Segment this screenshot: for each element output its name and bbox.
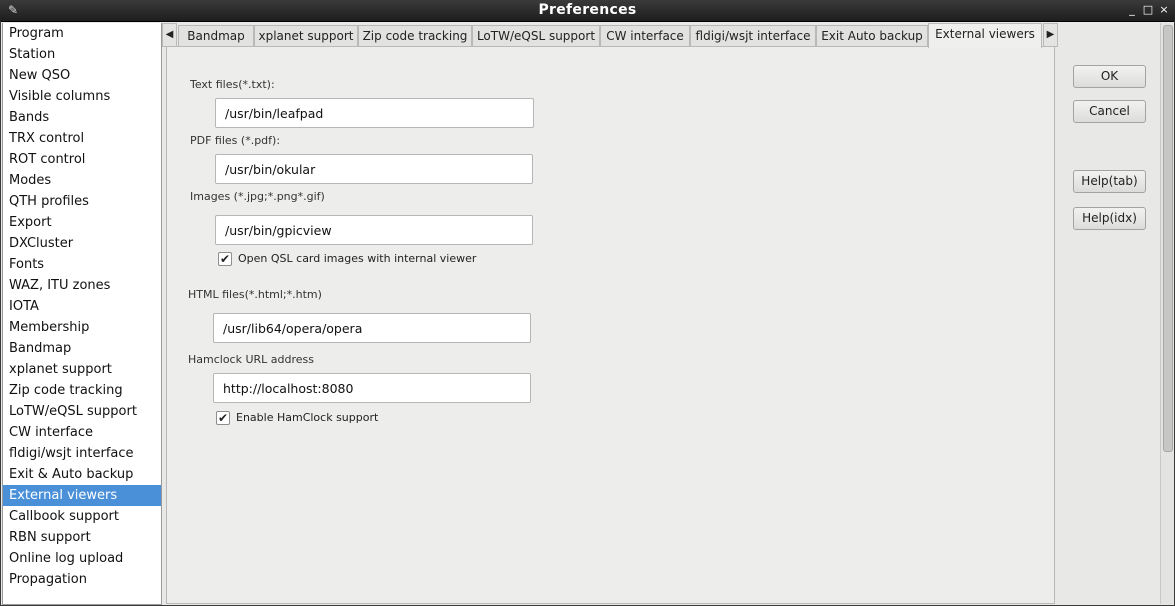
sidebar-item-modes[interactable]: Modes — [3, 170, 161, 191]
tab-fldigi-wsjt-interface[interactable]: fldigi/wsjt interface — [690, 25, 816, 47]
sidebar-item-trx-control[interactable]: TRX control — [3, 128, 161, 149]
images-input[interactable] — [215, 215, 533, 245]
sidebar-item-xplanet-support[interactable]: xplanet support — [3, 359, 161, 380]
minimize-icon[interactable]: _ — [1125, 3, 1139, 17]
checkmark-icon: ✔ — [219, 252, 231, 266]
sidebar-item-qth-profiles[interactable]: QTH profiles — [3, 191, 161, 212]
sidebar-item-dxcluster[interactable]: DXCluster — [3, 233, 161, 254]
sidebar-item-bands[interactable]: Bands — [3, 107, 161, 128]
tab-zip-code-tracking[interactable]: Zip code tracking — [358, 25, 472, 47]
text-files-input[interactable] — [215, 98, 534, 128]
tab-scroll-left-icon[interactable]: ◀ — [162, 23, 177, 47]
tab-external-viewers[interactable]: External viewers — [928, 23, 1042, 48]
sidebar-item-membership[interactable]: Membership — [3, 317, 161, 338]
html-files-input[interactable] — [213, 313, 531, 343]
cancel-button[interactable]: Cancel — [1073, 100, 1146, 123]
sidebar-item-waz-itu-zones[interactable]: WAZ, ITU zones — [3, 275, 161, 296]
sidebar-item-new-qso[interactable]: New QSO — [3, 65, 161, 86]
scrollbar-thumb[interactable] — [1163, 25, 1173, 452]
sidebar-item-zip-code-tracking[interactable]: Zip code tracking — [3, 380, 161, 401]
vertical-scrollbar[interactable] — [1160, 23, 1174, 604]
hamclock-url-label: Hamclock URL address — [188, 353, 315, 366]
tab-xplanet-support[interactable]: xplanet support — [254, 25, 358, 47]
text-files-label: Text files(*.txt): — [190, 78, 275, 91]
html-files-label: HTML files(*.html;*.htm) — [188, 288, 322, 301]
external-viewers-panel: Text files(*.txt): PDF files (*.pdf): Im… — [166, 46, 1055, 604]
sidebar-item-bandmap[interactable]: Bandmap — [3, 338, 161, 359]
pdf-files-input[interactable] — [215, 154, 533, 184]
ok-button[interactable]: OK — [1073, 65, 1146, 88]
qsl-internal-viewer-label: Open QSL card images with internal viewe… — [238, 252, 477, 265]
preferences-sidebar: Program Station New QSO Visible columns … — [2, 23, 162, 605]
sidebar-item-rbn-support[interactable]: RBN support — [3, 527, 161, 548]
sidebar-item-program[interactable]: Program — [3, 23, 161, 44]
checkmark-icon: ✔ — [217, 411, 229, 425]
sidebar-item-cw-interface[interactable]: CW interface — [3, 422, 161, 443]
sidebar-item-iota[interactable]: IOTA — [3, 296, 161, 317]
tab-bar: ◀ Bandmap xplanet support Zip code track… — [162, 23, 1060, 48]
maximize-icon[interactable]: □ — [1141, 3, 1155, 17]
tab-bandmap[interactable]: Bandmap — [178, 25, 254, 47]
hamclock-enable-label: Enable HamClock support — [236, 411, 379, 424]
sidebar-item-exit-auto-backup[interactable]: Exit & Auto backup — [3, 464, 161, 485]
tab-exit-auto-backup[interactable]: Exit Auto backup — [816, 25, 928, 47]
sidebar-item-rot-control[interactable]: ROT control — [3, 149, 161, 170]
tab-scroll-right-icon[interactable]: ▶ — [1043, 23, 1058, 47]
title-bar[interactable]: ✎ Preferences _ □ × — [0, 0, 1175, 22]
sidebar-item-export[interactable]: Export — [3, 212, 161, 233]
sidebar-item-external-viewers[interactable]: External viewers — [3, 485, 161, 506]
close-icon[interactable]: × — [1157, 3, 1171, 17]
sidebar-item-visible-columns[interactable]: Visible columns — [3, 86, 161, 107]
help-tab-button[interactable]: Help(tab) — [1073, 170, 1146, 193]
sidebar-item-fldigi-wsjt-interface[interactable]: fldigi/wsjt interface — [3, 443, 161, 464]
sidebar-item-lotw-eqsl-support[interactable]: LoTW/eQSL support — [3, 401, 161, 422]
sidebar-item-station[interactable]: Station — [3, 44, 161, 65]
sidebar-item-propagation[interactable]: Propagation — [3, 569, 161, 590]
sidebar-item-callbook-support[interactable]: Callbook support — [3, 506, 161, 527]
pdf-files-label: PDF files (*.pdf): — [190, 134, 281, 147]
tab-cw-interface[interactable]: CW interface — [600, 25, 690, 47]
qsl-internal-viewer-checkbox[interactable]: ✔ — [218, 252, 232, 266]
sidebar-item-fonts[interactable]: Fonts — [3, 254, 161, 275]
hamclock-url-input[interactable] — [213, 373, 531, 403]
hamclock-enable-checkbox[interactable]: ✔ — [216, 411, 230, 425]
tab-lotw-eqsl-support[interactable]: LoTW/eQSL support — [472, 25, 600, 47]
help-index-button[interactable]: Help(idx) — [1073, 207, 1146, 230]
window-title: Preferences — [538, 2, 637, 18]
sidebar-item-online-log-upload[interactable]: Online log upload — [3, 548, 161, 569]
images-label: Images (*.jpg;*.png*.gif) — [190, 190, 325, 203]
